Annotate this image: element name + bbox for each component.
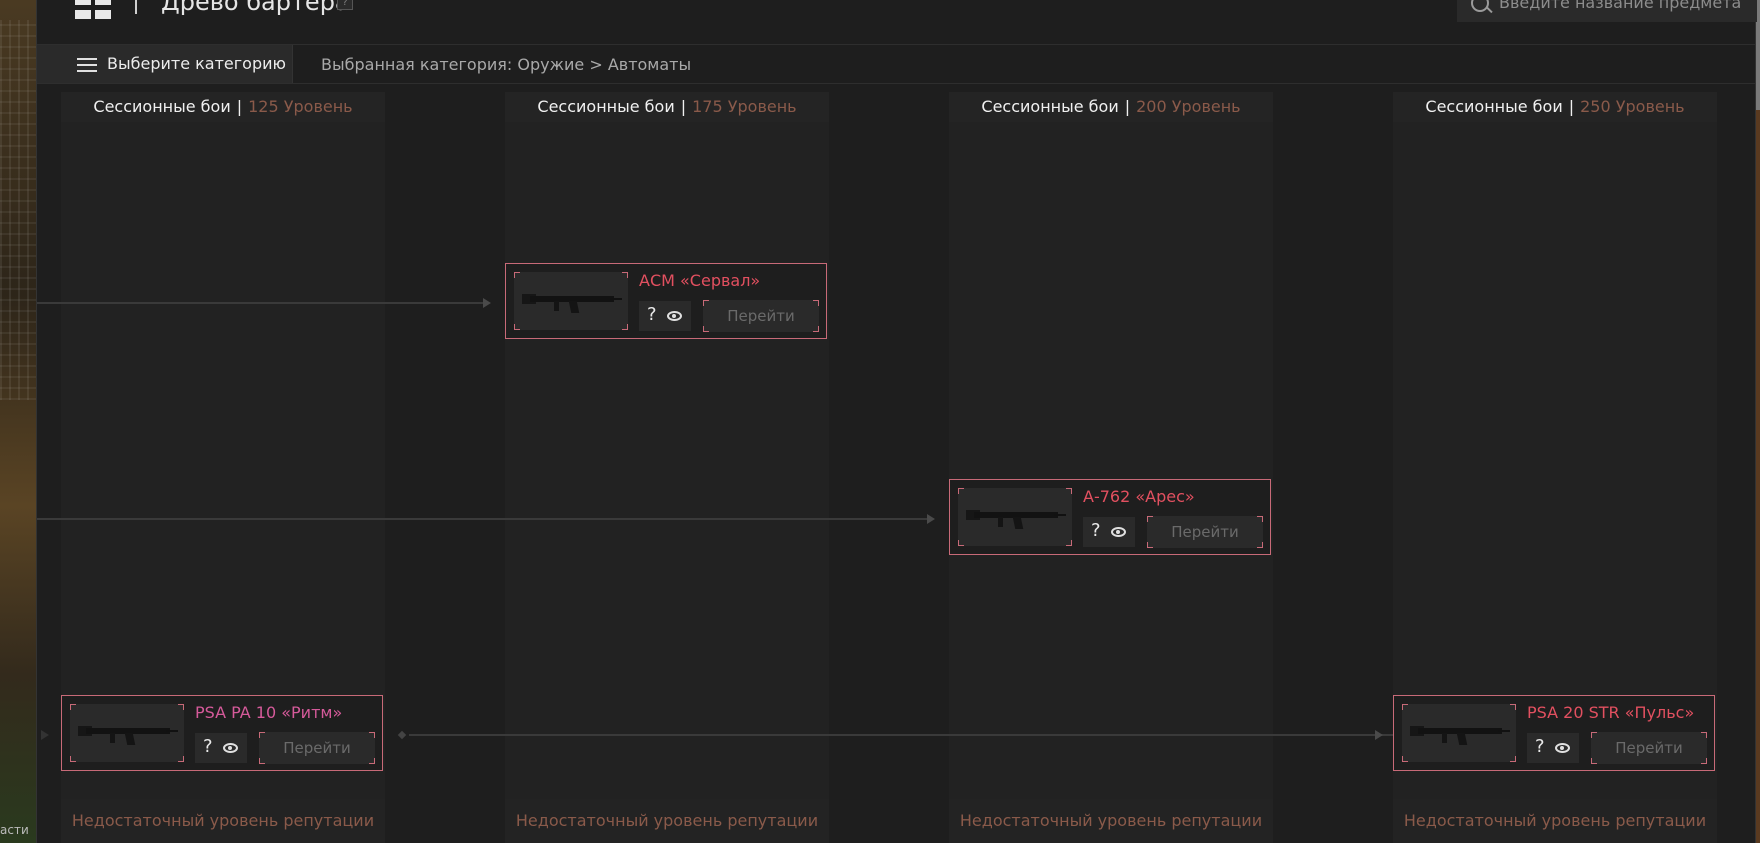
selected-category-path: Выбранная категория: Оружие > Автоматы: [321, 55, 692, 74]
column-footer: Недостаточный уровень репутации: [1393, 799, 1717, 843]
column-header: Сессионные бои | 175 Уровень: [505, 92, 829, 122]
select-category-button[interactable]: Выберите категорию: [37, 45, 293, 83]
item-name[interactable]: А-762 «Арес»: [1083, 487, 1195, 506]
item-card-ritm[interactable]: PSA PA 10 «Ритм» ? Перейти: [61, 695, 383, 771]
eye-icon[interactable]: [1111, 527, 1126, 537]
eye-icon[interactable]: [667, 311, 682, 321]
eye-icon[interactable]: [223, 743, 238, 753]
column-header: Сессионные бои | 250 Уровень: [1393, 92, 1717, 122]
background-text: асти: [0, 823, 29, 837]
select-category-label: Выберите категорию: [107, 54, 286, 73]
column-separator: |: [236, 97, 243, 116]
item-image: [1402, 704, 1516, 762]
go-button-label: Перейти: [1615, 739, 1683, 757]
connector-line: [37, 518, 927, 520]
rifle-icon: [522, 290, 622, 314]
column-level: 250 Уровень: [1580, 97, 1685, 116]
connector-arrow: [41, 730, 49, 740]
category-bar: Выберите категорию Выбранная категория: …: [37, 45, 1755, 84]
page-title: Древо бартера: [161, 0, 350, 16]
column-footer: Недостаточный уровень репутации: [505, 799, 829, 843]
game-background: асти: [0, 0, 38, 843]
column-separator: |: [680, 97, 687, 116]
go-button-label: Перейти: [1171, 523, 1239, 541]
level-column-200: Сессионные бои | 200 Уровень Недостаточный…: [949, 92, 1273, 843]
connector-arrow: [1375, 730, 1383, 740]
item-name[interactable]: PSA PA 10 «Ритм»: [195, 703, 342, 722]
search-icon: [1471, 0, 1489, 12]
item-card-ares[interactable]: А-762 «Арес» ? Перейти: [949, 479, 1271, 555]
item-actions: ?: [1083, 517, 1135, 547]
item-card-puls[interactable]: PSA 20 STR «Пульс» ? Перейти: [1393, 695, 1715, 771]
barter-tree-icon: [75, 0, 113, 24]
item-actions: ?: [639, 301, 691, 331]
column-footer: Недостаточный уровень репутации: [61, 799, 385, 843]
title-help-icon[interactable]: ?: [337, 0, 353, 10]
eye-icon[interactable]: [1555, 743, 1570, 753]
column-separator: |: [1124, 97, 1131, 116]
menu-icon: [77, 58, 97, 72]
search-box: [1457, 0, 1757, 22]
help-icon[interactable]: ?: [1091, 520, 1101, 541]
column-header: Сессионные бои | 200 Уровень: [949, 92, 1273, 122]
go-button-label: Перейти: [283, 739, 351, 757]
go-button[interactable]: Перейти: [259, 732, 375, 764]
connector-arrow: [927, 514, 935, 524]
go-button[interactable]: Перейти: [703, 300, 819, 332]
level-column-175: Сессионные бои | 175 Уровень Недостаточный…: [505, 92, 829, 843]
item-actions: ?: [195, 733, 247, 763]
go-button[interactable]: Перейти: [1147, 516, 1263, 548]
go-button[interactable]: Перейти: [1591, 732, 1707, 764]
connector-line: [37, 302, 483, 304]
column-mode: Сессионные бои: [93, 97, 231, 116]
connector-arrow: [483, 298, 491, 308]
search-input[interactable]: [1497, 0, 1751, 14]
rifle-icon: [966, 506, 1066, 530]
column-level: 125 Уровень: [248, 97, 353, 116]
column-separator: |: [1568, 97, 1575, 116]
header: Древо бартера ?: [37, 0, 1757, 45]
item-name[interactable]: АСМ «Сервал»: [639, 271, 760, 290]
column-mode: Сессионные бои: [981, 97, 1119, 116]
barter-tree-window: Древо бартера ? Выберите категорию Выбра…: [36, 0, 1757, 843]
rifle-icon: [1410, 722, 1510, 746]
column-level: 200 Уровень: [1136, 97, 1241, 116]
item-image: [514, 272, 628, 330]
header-separator: [135, 0, 137, 14]
help-icon[interactable]: ?: [1535, 736, 1545, 757]
item-name[interactable]: PSA 20 STR «Пульс»: [1527, 703, 1694, 722]
rifle-icon: [78, 722, 178, 746]
help-icon[interactable]: ?: [203, 736, 213, 757]
item-actions: ?: [1527, 733, 1579, 763]
column-header: Сессионные бои | 125 Уровень: [61, 92, 385, 122]
help-icon[interactable]: ?: [647, 304, 657, 325]
column-mode: Сессионные бои: [537, 97, 675, 116]
connector-node: [397, 730, 407, 740]
item-image: [70, 704, 184, 762]
column-mode: Сессионные бои: [1425, 97, 1563, 116]
connector-line: [409, 734, 1415, 736]
column-level: 175 Уровень: [692, 97, 797, 116]
item-image: [958, 488, 1072, 546]
column-footer: Недостаточный уровень репутации: [949, 799, 1273, 843]
go-button-label: Перейти: [727, 307, 795, 325]
background-grid: [0, 20, 38, 400]
item-card-serval[interactable]: АСМ «Сервал» ? Перейти: [505, 263, 827, 339]
